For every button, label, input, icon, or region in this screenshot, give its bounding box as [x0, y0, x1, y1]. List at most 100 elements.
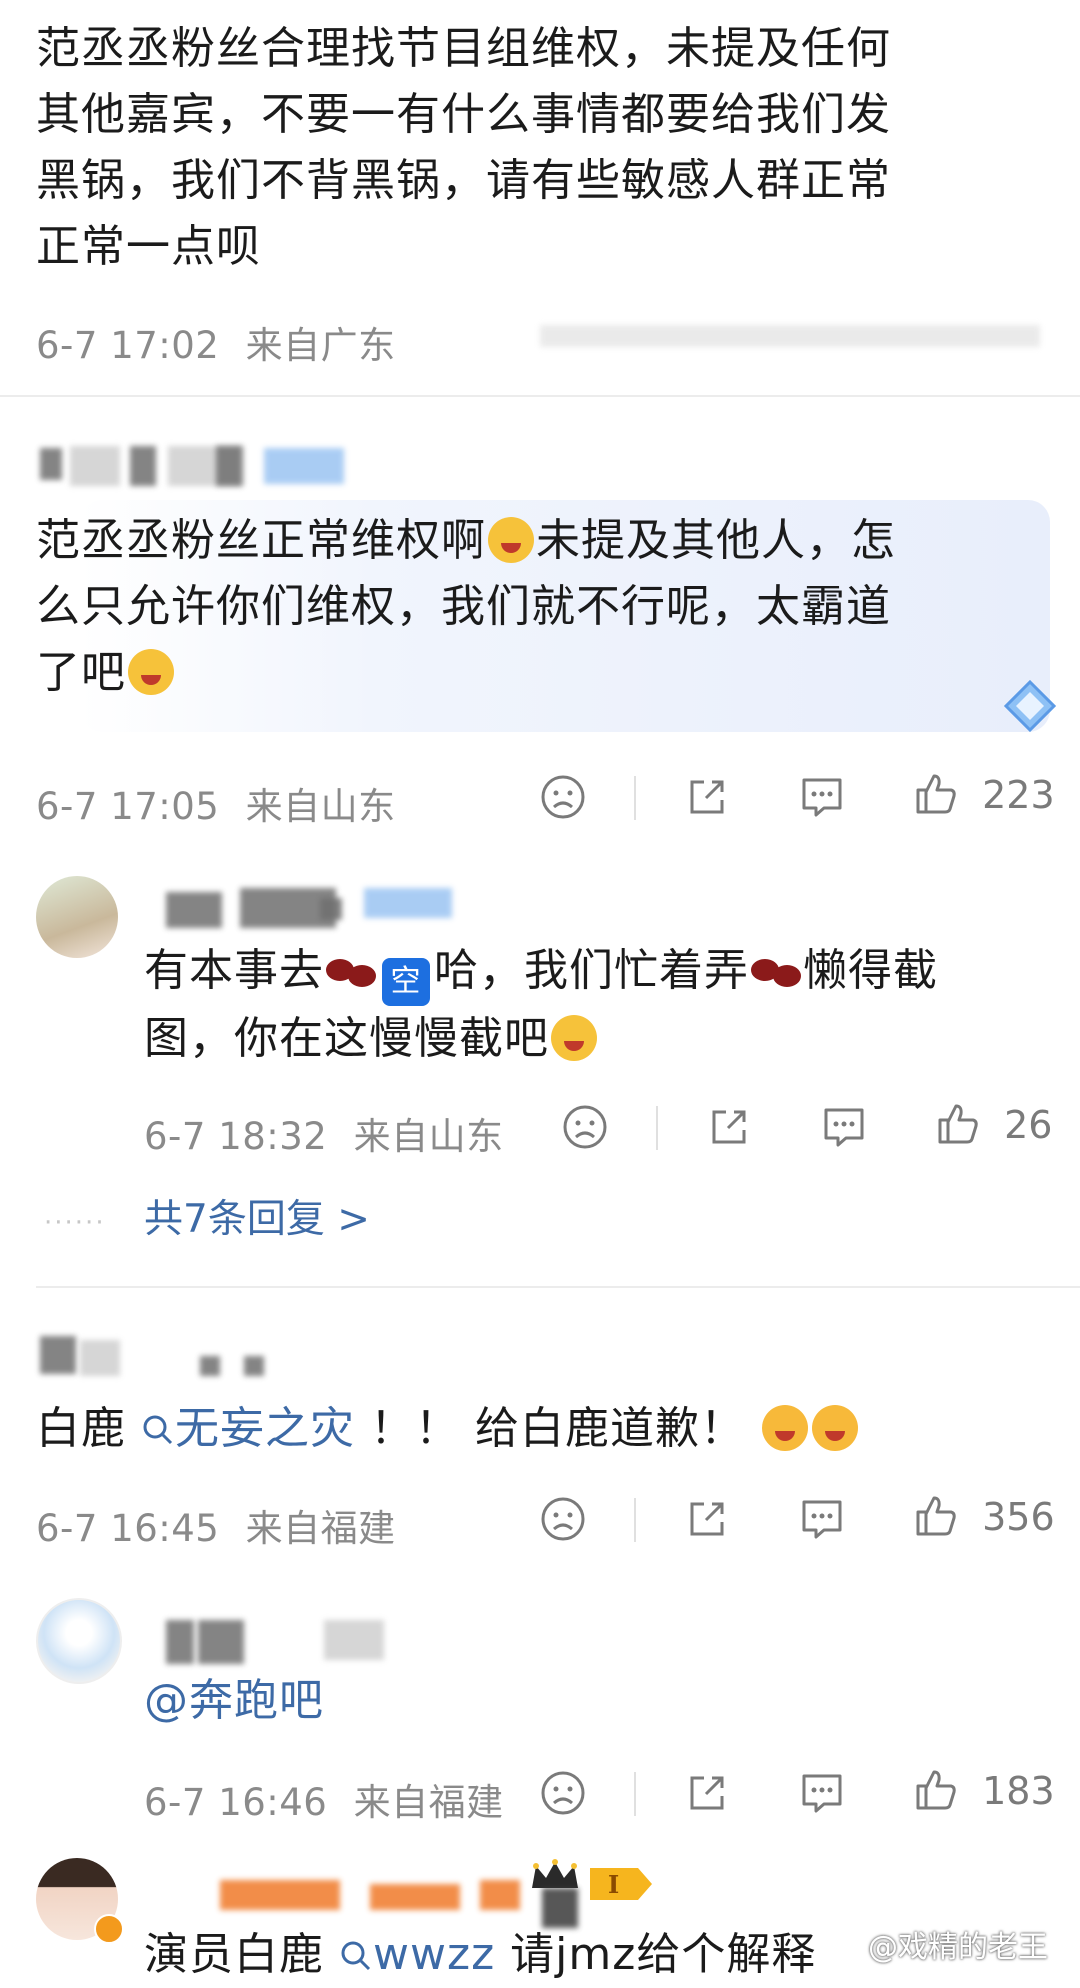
- action-separator: [634, 1772, 636, 1816]
- redacted-username: [166, 892, 222, 928]
- text-segment: 未提及其他人，怎: [536, 515, 896, 566]
- timestamp: 6-7 16:45: [36, 1507, 220, 1550]
- bean-emoji-icon: [749, 951, 803, 991]
- sad-face-icon: [541, 775, 585, 819]
- redacted-badge: [364, 888, 452, 918]
- location: 来自广东: [245, 324, 396, 367]
- comment-1-meta: 6-7 17:02 来自广东: [36, 315, 396, 369]
- divider: [36, 1286, 1080, 1288]
- timestamp: 6-7 17:02: [36, 324, 220, 367]
- like-button[interactable]: 183: [912, 1766, 1055, 1814]
- timestamp: 6-7 17:05: [36, 785, 220, 828]
- dislike-button[interactable]: [562, 1104, 608, 1159]
- dislike-button[interactable]: [540, 1496, 586, 1551]
- avatar[interactable]: [36, 1598, 122, 1684]
- redacted-username: [40, 1336, 76, 1374]
- text-segment: 懒得截: [803, 945, 938, 996]
- redacted-username: [324, 1620, 384, 1660]
- redacted-username: [320, 898, 342, 920]
- thumbs-up-icon: [916, 1770, 956, 1810]
- bean-emoji-icon: [324, 951, 378, 991]
- comment-button[interactable]: [820, 1104, 868, 1159]
- sad-face-icon: [541, 1497, 585, 1541]
- topic-link[interactable]: wwzz: [339, 1929, 510, 1980]
- comment-5-text: @奔跑吧: [144, 1668, 324, 1734]
- watermark: @戏精的老王: [868, 1922, 1048, 1966]
- dislike-button[interactable]: [540, 1770, 586, 1825]
- like-button[interactable]: 223: [912, 770, 1055, 818]
- redacted-username: [480, 1880, 520, 1910]
- topic-text: 无妄之灾: [175, 1403, 355, 1454]
- kong-emoji-icon: 空: [382, 958, 430, 1006]
- action-separator: [634, 776, 636, 820]
- svg-text:I: I: [608, 1870, 619, 1899]
- comment-button[interactable]: [798, 774, 846, 829]
- text-segment: 哈，我们忙着弄: [434, 945, 749, 996]
- comment-icon: [824, 1108, 864, 1147]
- comment-4-text: 白鹿 无妄之灾 ！！ 给白鹿道歉！: [36, 1396, 1046, 1462]
- redacted-username: [370, 1884, 460, 1910]
- verified-badge-icon: [94, 1914, 124, 1944]
- reply-dots: ······: [44, 1208, 106, 1238]
- redacted-username: [216, 446, 242, 486]
- share-button[interactable]: [706, 1104, 752, 1159]
- topic-link[interactable]: 无妄之灾: [141, 1403, 370, 1454]
- comment-icon: [802, 1774, 842, 1813]
- text-segment: ！！ 给白鹿道歉！: [370, 1403, 745, 1454]
- comment-icon: [802, 778, 842, 817]
- like-count: 223: [982, 773, 1055, 817]
- redacted-badge: [264, 448, 344, 484]
- comment-1-line: 正常一点呗: [36, 221, 261, 272]
- topic-text: wwzz: [373, 1929, 496, 1980]
- like-button[interactable]: 26: [934, 1100, 1052, 1148]
- share-button[interactable]: [684, 1770, 730, 1825]
- comment-2-meta: 6-7 17:05 来自山东: [36, 776, 396, 830]
- text-segment: 请jmz给个解释: [510, 1929, 817, 1980]
- comment-5-meta: 6-7 16:46 来自福建: [144, 1772, 504, 1826]
- laughing-emoji-icon: [551, 1015, 597, 1061]
- share-icon: [690, 1776, 724, 1810]
- location: 来自福建: [353, 1781, 504, 1824]
- redacted-username: [80, 1340, 120, 1376]
- thumbs-up-icon: [938, 1104, 978, 1144]
- thumbs-up-icon: [916, 774, 956, 814]
- action-separator: [634, 1498, 636, 1542]
- redacted-username: [166, 1620, 194, 1664]
- comment-3-meta: 6-7 18:32 来自山东: [144, 1106, 504, 1160]
- mention-link[interactable]: @奔跑吧: [144, 1675, 324, 1726]
- location: 来自山东: [245, 785, 396, 828]
- text-segment: 演员白鹿: [144, 1929, 324, 1980]
- sad-face-icon: [541, 1771, 585, 1815]
- avatar[interactable]: [36, 876, 118, 958]
- redacted-username: [198, 1620, 244, 1664]
- redacted-area: [540, 325, 1040, 347]
- comment-4-meta: 6-7 16:45 来自福建: [36, 1498, 396, 1552]
- redacted-username: [200, 1356, 220, 1376]
- redacted-username: [130, 446, 156, 486]
- share-button[interactable]: [684, 1496, 730, 1551]
- share-icon: [690, 780, 724, 814]
- comment-icon: [802, 1500, 842, 1539]
- more-replies-link[interactable]: 共7条回复 >: [144, 1188, 370, 1244]
- crown-icon: [528, 1858, 582, 1892]
- share-button[interactable]: [684, 774, 730, 829]
- timestamp: 6-7 16:46: [144, 1781, 328, 1824]
- text-segment: 么只允许你们维权，我们就不行呢，太霸道: [36, 581, 891, 632]
- comment-3-text: 有本事去 空哈，我们忙着弄 懒得截 图，你在这慢慢截吧: [144, 938, 1054, 1072]
- text-segment: 白鹿: [36, 1403, 126, 1454]
- watermark-text: @戏精的老王: [868, 1930, 1048, 1965]
- divider: [0, 395, 1080, 397]
- level-badge-icon: I: [588, 1864, 654, 1904]
- text-segment: 图，你在这慢慢截吧: [144, 1013, 549, 1064]
- timestamp: 6-7 18:32: [144, 1115, 328, 1158]
- like-count: 26: [1004, 1103, 1053, 1147]
- text-segment: 了吧: [36, 647, 126, 698]
- crying-emoji-icon: [812, 1405, 858, 1451]
- redacted-username: [40, 448, 62, 480]
- comment-button[interactable]: [798, 1770, 846, 1825]
- like-button[interactable]: 356: [912, 1492, 1055, 1540]
- comment-button[interactable]: [798, 1496, 846, 1551]
- redacted-username: [220, 1880, 340, 1910]
- dislike-button[interactable]: [540, 774, 586, 829]
- like-count: 356: [982, 1495, 1055, 1539]
